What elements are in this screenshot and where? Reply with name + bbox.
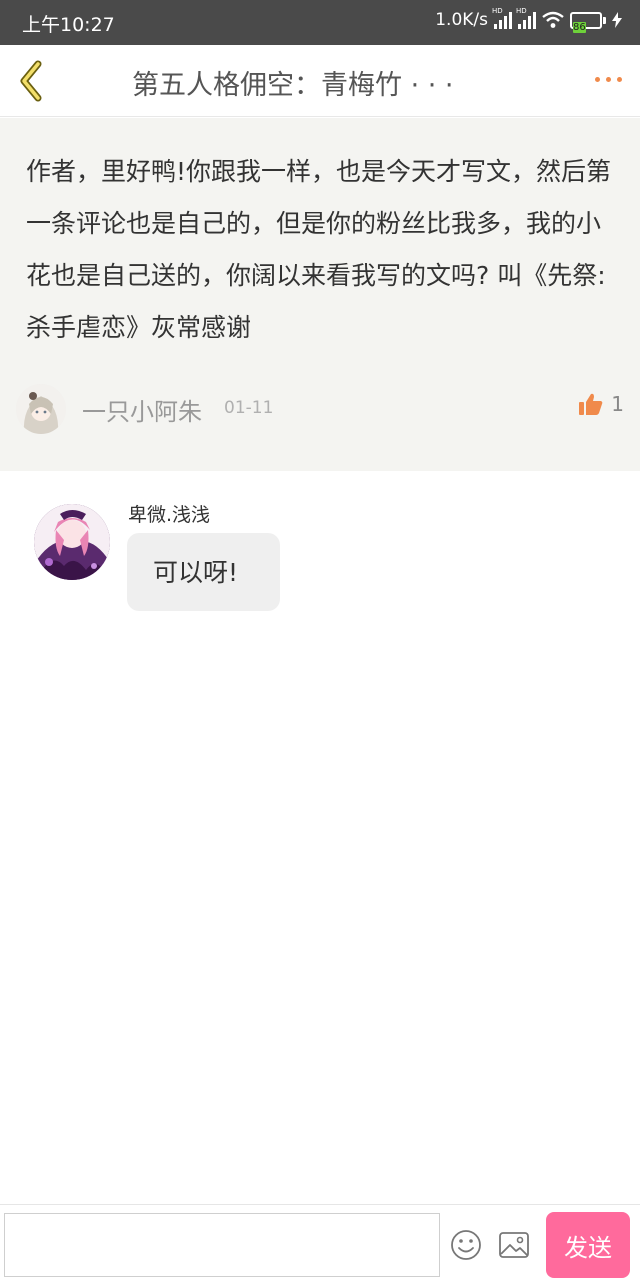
back-arrow-icon[interactable] <box>14 59 50 103</box>
battery-level: 86 <box>573 21 586 33</box>
commenter-avatar[interactable] <box>16 384 66 434</box>
header-bar: 第五人格佣空：青梅竹 · · · <box>0 45 640 117</box>
comment-date: 01-11 <box>224 398 274 418</box>
like-button[interactable]: 1 <box>579 392 624 416</box>
more-options-icon[interactable] <box>595 77 622 82</box>
reply-author[interactable]: 卑微.浅浅 <box>128 500 210 527</box>
comment-meta: 一只小阿朱 01-11 1 <box>16 382 626 434</box>
charging-icon <box>612 12 622 28</box>
thumbs-up-icon <box>579 393 603 415</box>
wifi-icon <box>542 11 564 28</box>
battery-icon: 86 <box>570 11 606 33</box>
emoji-icon[interactable] <box>450 1229 482 1261</box>
status-bar: 上午10:27 1.0K/s HD HD 86 <box>0 0 640 45</box>
reply-bubble: 可以呀! <box>127 533 280 611</box>
network-speed: 1.0K/s <box>435 10 488 30</box>
input-bar: 发送 <box>0 1204 640 1280</box>
page-title: 第五人格佣空：青梅竹 · · · <box>132 70 454 101</box>
reply-item: 卑微.浅浅 可以呀! <box>0 490 640 620</box>
status-indicators: 1.0K/s HD HD 86 <box>435 7 622 33</box>
send-button[interactable]: 发送 <box>546 1212 630 1278</box>
message-input[interactable] <box>4 1213 440 1277</box>
comment-text: 作者，里好鸭!你跟我一样，也是今天才写文，然后第一条评论也是自己的，但是你的粉丝… <box>26 157 612 342</box>
signal-icon-2: HD <box>516 7 536 29</box>
status-time: 上午10:27 <box>22 14 115 36</box>
like-count: 1 <box>611 392 624 416</box>
reply-avatar[interactable] <box>34 504 110 580</box>
image-icon[interactable] <box>498 1230 530 1260</box>
signal-icon: HD <box>492 7 512 29</box>
commenter-name[interactable]: 一只小阿朱 <box>82 392 202 427</box>
comment-card: 作者，里好鸭!你跟我一样，也是今天才写文，然后第一条评论也是自己的，但是你的粉丝… <box>0 118 640 471</box>
